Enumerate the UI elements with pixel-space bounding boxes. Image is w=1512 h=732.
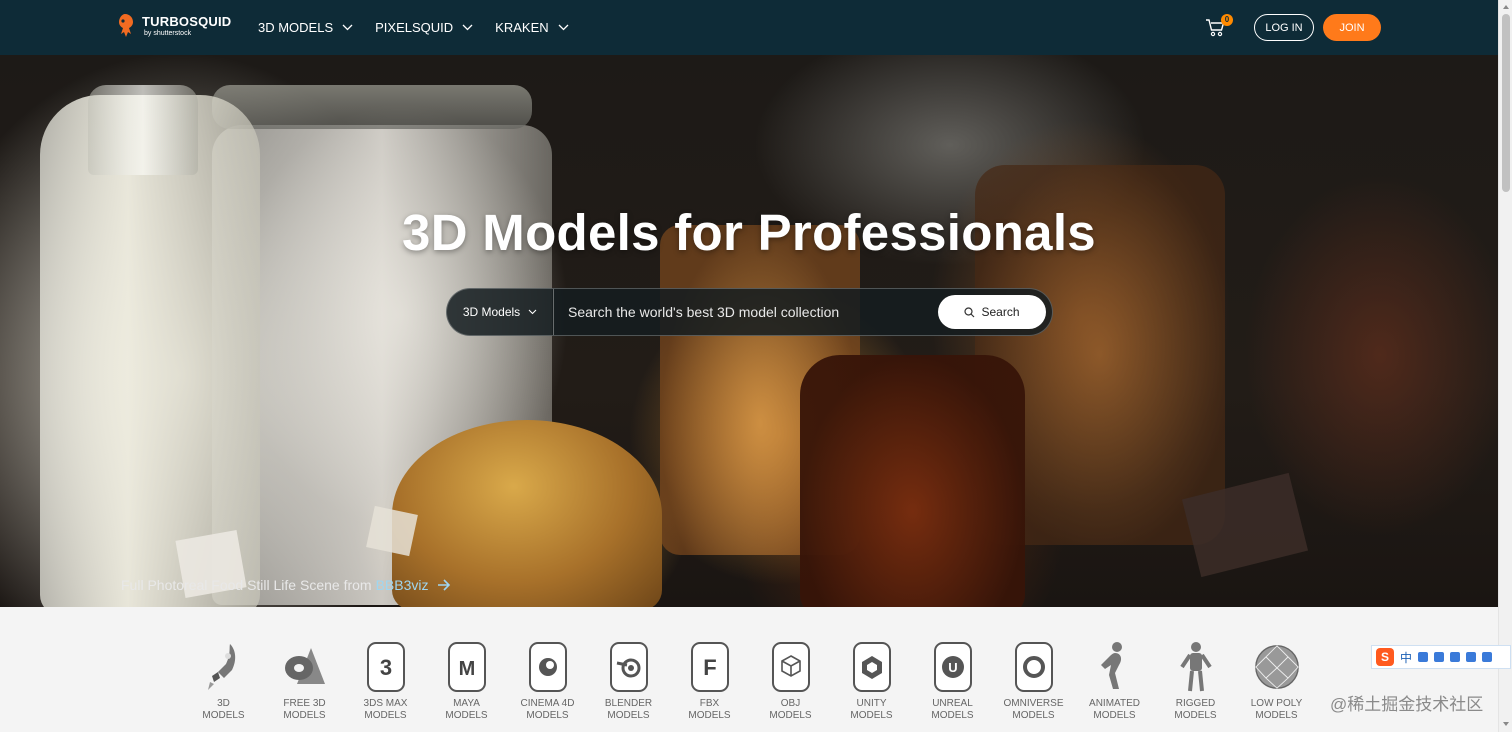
image-credit: Full Photoreal Food Still Life Scene fro… [121,577,451,593]
hero-title: 3D Models for Professionals [402,204,1096,261]
rocket-icon [207,644,235,690]
rigged-figure-icon [1179,642,1212,692]
credit-author-link[interactable]: BBB3viz [376,577,429,593]
scrollbar-thumb[interactable] [1502,14,1510,192]
chevron-down-icon [528,309,537,315]
animated-figure-icon [1100,642,1122,689]
top-navigation-bar: TURBOSQUID by shutterstock 3D MODELS PIX… [0,0,1498,55]
hero-jar-lid [212,85,532,129]
search-input[interactable] [554,289,938,335]
blender-icon [609,642,648,692]
category-animated-models[interactable]: ANIMATED MODELS [1074,640,1155,722]
search-bar: 3D Models Search [446,288,1053,336]
nav-item-label: PIXELSQUID [375,20,454,35]
search-icon [964,306,975,317]
hero-sugar-cube [366,505,418,557]
maya-icon: M [447,642,486,692]
arrow-right-icon[interactable] [437,579,451,591]
cart-count-badge: 0 [1221,14,1233,26]
category-3ds-max-models[interactable]: 3 3DS MAX MODELS [345,640,426,722]
nav-item-label: KRAKEN [495,20,549,35]
ime-logo-icon: S [1376,648,1394,666]
ime-keyboard-icon[interactable] [1450,652,1461,662]
category-fbx-models[interactable]: F FBX MODELS [669,640,750,722]
main-nav: 3D MODELS PIXELSQUID KRAKEN [258,0,591,55]
nav-pixelsquid[interactable]: PIXELSQUID [375,20,473,35]
cart-button[interactable]: 0 [1205,14,1235,39]
category-free-3d-models[interactable]: FREE 3D MODELS [264,640,345,722]
nav-kraken[interactable]: KRAKEN [495,20,569,35]
category-rigged-models[interactable]: RIGGED MODELS [1155,640,1236,722]
low-poly-sphere-icon [1254,645,1299,689]
svg-text:U: U [948,660,957,675]
svg-text:M: M [458,658,475,680]
ime-toolbar[interactable]: S 中 [1371,645,1511,669]
ime-voice-icon[interactable] [1434,652,1445,662]
svg-text:F: F [703,655,716,680]
category-omniverse-models[interactable]: O OMNIVERSE MODELS [993,640,1074,722]
category-unity-models[interactable]: UNITY MODELS [831,640,912,722]
nav-3d-models[interactable]: 3D MODELS [258,20,353,35]
join-button[interactable]: JOIN [1323,14,1381,41]
hero-honey-jar [800,355,1025,607]
unreal-icon: U [933,642,972,692]
category-low-poly-models[interactable]: LOW POLY MODELS [1236,640,1317,722]
fbx-icon: F [690,642,729,692]
chevron-down-icon [342,24,353,31]
login-button[interactable]: LOG IN [1254,14,1314,41]
chevron-down-icon [462,24,473,31]
obj-icon [771,642,810,692]
scroll-up-arrow-icon[interactable] [1502,3,1510,11]
brand-name: TURBOSQUID [142,14,232,29]
hero-bottle-neck [88,85,198,175]
category-strip: 3D MODELS FREE 3D MODELS 3 3DS MAX MODEL… [183,640,1317,722]
vertical-scrollbar[interactable] [1498,0,1512,732]
chevron-down-icon [558,24,569,31]
category-maya-models[interactable]: M MAYA MODELS [426,640,507,722]
nav-item-label: 3D MODELS [258,20,334,35]
category-3d-models[interactable]: 3D MODELS [183,640,264,722]
ime-menu-icon[interactable] [1482,652,1493,662]
ime-punctuation-icon[interactable] [1418,652,1429,662]
brand-subtitle: by shutterstock [144,30,192,37]
squid-logo-icon [119,14,133,37]
svg-text:3: 3 [379,655,391,680]
search-button-label: Search [981,305,1020,319]
category-unreal-models[interactable]: U UNREAL MODELS [912,640,993,722]
category-blender-models[interactable]: BLENDER MODELS [588,640,669,722]
category-cinema4d-models[interactable]: CINEMA 4D MODELS [507,640,588,722]
3ds-max-icon: 3 [366,642,405,692]
turbosquid-logo[interactable]: TURBOSQUID by shutterstock [114,12,231,40]
cinema4d-icon [528,642,567,692]
search-category-dropdown[interactable]: 3D Models [447,289,554,335]
search-button[interactable]: Search [938,295,1046,329]
scroll-down-arrow-icon[interactable] [1502,720,1510,728]
free-shapes-icon [284,648,325,684]
search-category-label: 3D Models [462,305,521,319]
omniverse-icon: O [1014,642,1053,692]
hero-banner: 3D Models for Professionals 3D Models Se… [0,55,1498,607]
watermark-text: @稀土掘金技术社区 [1330,695,1484,714]
credit-text: Full Photoreal Food Still Life Scene fro… [121,577,372,593]
unity-icon [852,642,891,692]
category-obj-models[interactable]: OBJ MODELS [750,640,831,722]
ime-skin-icon[interactable] [1466,652,1477,662]
ime-language-label[interactable]: 中 [1400,649,1412,666]
